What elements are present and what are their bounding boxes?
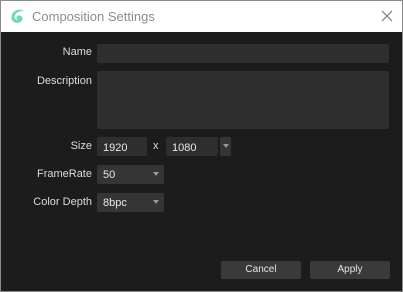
- app-logo-icon: [9, 8, 25, 24]
- composition-settings-dialog: Composition Settings Name Description Si…: [0, 0, 403, 292]
- height-input[interactable]: 1080: [166, 137, 218, 156]
- cancel-button[interactable]: Cancel: [221, 261, 301, 279]
- size-separator: x: [153, 140, 159, 152]
- close-icon: [381, 10, 393, 22]
- name-label: Name: [62, 46, 92, 58]
- height-value: 1080: [172, 142, 197, 154]
- color-depth-select[interactable]: 8bpc: [97, 193, 164, 212]
- dialog-body: Name Description Size 1920 x 1080 FrameR…: [1, 32, 402, 291]
- apply-button[interactable]: Apply: [310, 261, 390, 279]
- name-input[interactable]: [97, 44, 389, 63]
- framerate-select[interactable]: 50: [97, 165, 164, 184]
- title-bar[interactable]: Composition Settings: [1, 1, 402, 32]
- description-textarea[interactable]: [97, 71, 389, 129]
- window-title: Composition Settings: [32, 9, 155, 24]
- width-value: 1920: [103, 142, 128, 154]
- framerate-label: FrameRate: [36, 168, 92, 180]
- close-button[interactable]: [373, 3, 401, 30]
- color-depth-label: Color Depth: [33, 196, 92, 208]
- size-label: Size: [70, 140, 92, 152]
- width-input[interactable]: 1920: [97, 137, 147, 156]
- chevron-down-icon: [153, 172, 159, 176]
- size-preset-dropdown[interactable]: [220, 137, 231, 156]
- chevron-down-icon: [223, 144, 229, 148]
- chevron-down-icon: [153, 200, 159, 204]
- description-label: Description: [36, 75, 92, 87]
- color-depth-value: 8bpc: [103, 197, 127, 209]
- framerate-value: 50: [103, 169, 116, 181]
